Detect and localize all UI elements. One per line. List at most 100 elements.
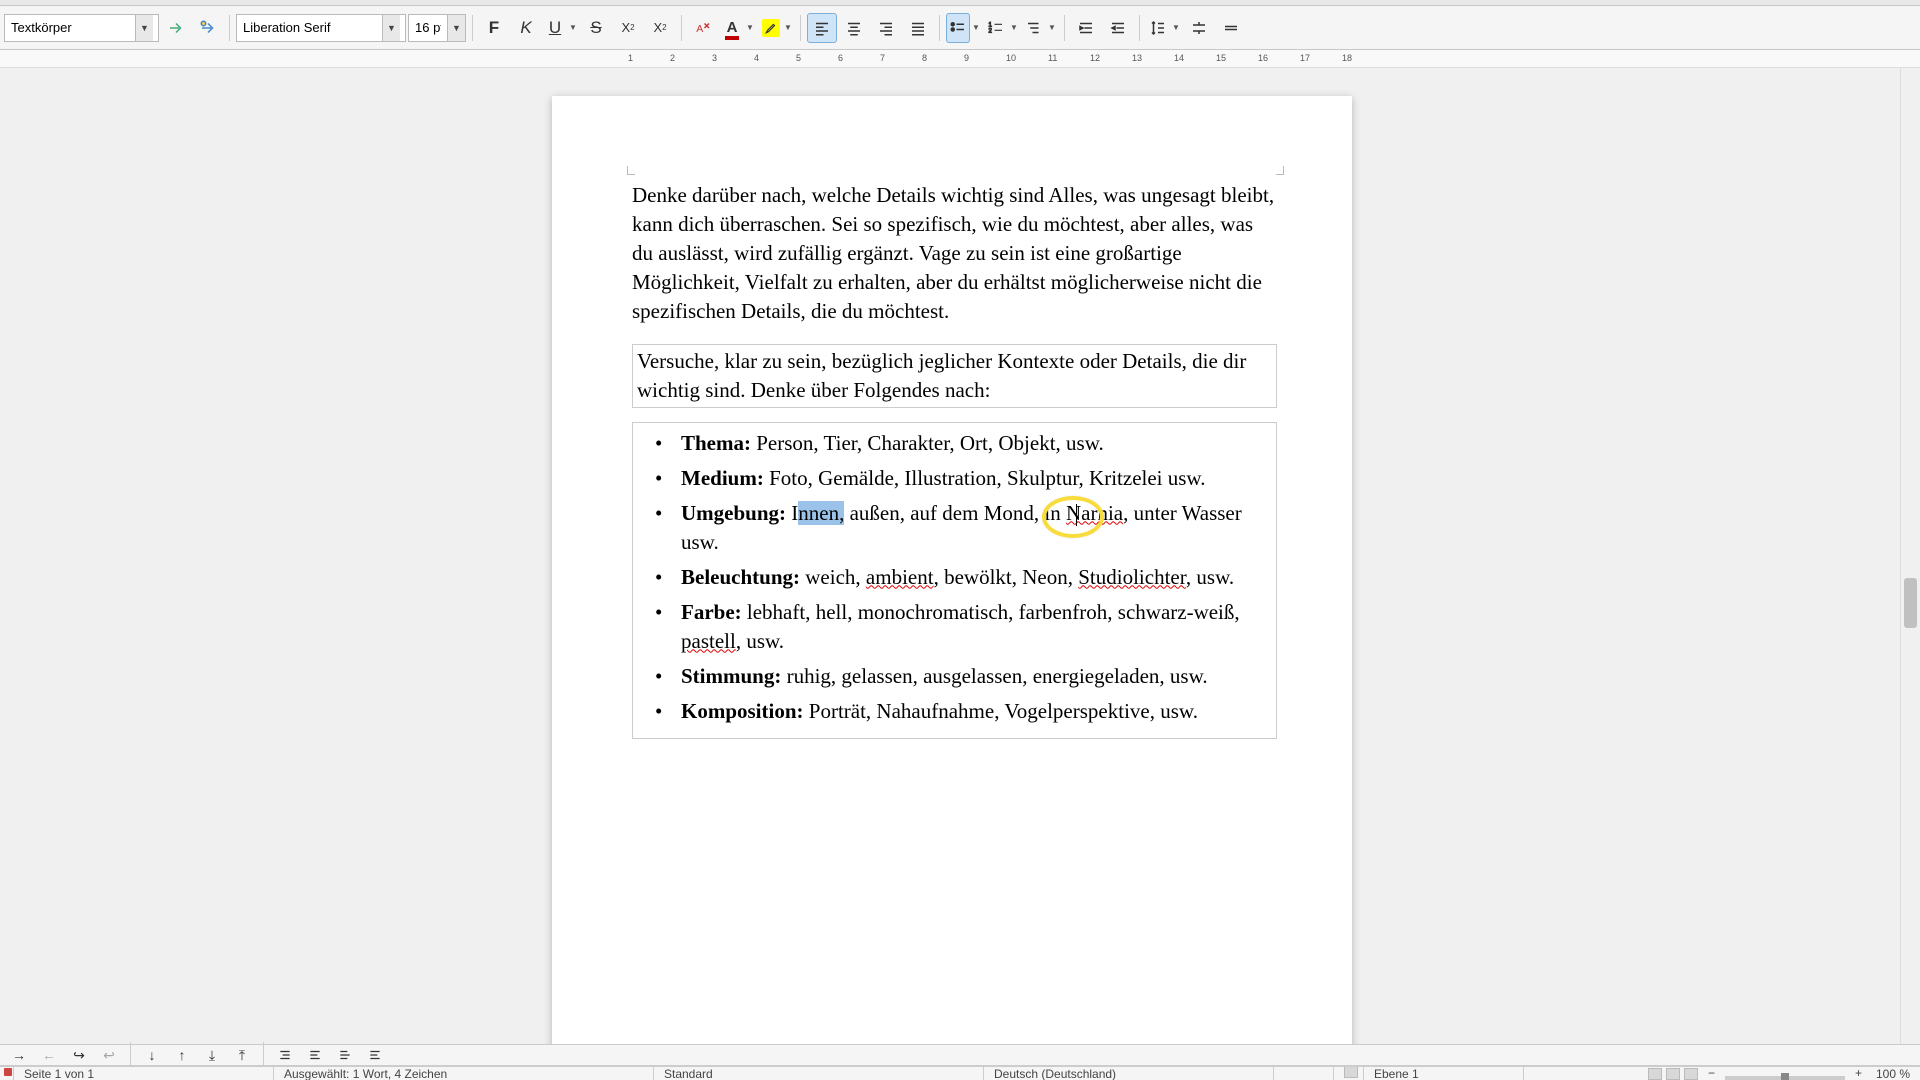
chevron-down-icon[interactable]: ▼ [744,13,756,43]
nav-redo-icon[interactable]: ↪ [66,1045,92,1065]
italic-button[interactable]: K [511,13,541,43]
align-right-button[interactable] [871,13,901,43]
vertical-scrollbar[interactable] [1900,68,1920,1044]
zoom-out-button[interactable]: − [1704,1066,1719,1080]
insert-mode-status[interactable] [1274,1066,1334,1080]
highlight-color-split[interactable]: ▼ [758,13,794,43]
underline-split[interactable]: U ▼ [543,13,579,43]
chevron-down-icon[interactable]: ▼ [1008,13,1020,43]
highlight-button[interactable] [758,13,782,43]
list-item[interactable]: Thema: Person, Tier, Charakter, Ort, Obj… [633,429,1266,458]
nav-up-icon[interactable]: ↑ [169,1045,195,1065]
bullet-label: Beleuchtung: [681,565,800,589]
font-name-input[interactable] [237,15,382,41]
clear-formatting-button[interactable]: A [688,13,718,43]
document-content[interactable]: Denke darüber nach, welche Details wicht… [632,181,1277,739]
scrollbar-thumb[interactable] [1904,578,1917,628]
strikethrough-button[interactable]: S [581,13,611,43]
chevron-down-icon[interactable]: ▼ [382,15,400,41]
horizontal-ruler[interactable]: 123456789101112131415161718 [0,50,1920,68]
chevron-down-icon[interactable]: ▼ [1046,13,1058,43]
move-up-button[interactable] [332,1045,358,1065]
paragraph-style-combo[interactable]: ▼ [4,14,159,42]
promote-button[interactable] [272,1045,298,1065]
decrease-indent-button[interactable] [1103,13,1133,43]
nav-up-start-icon[interactable]: ⤒ [229,1045,255,1065]
increase-indent-button[interactable] [1071,13,1101,43]
decrease-spacing-button[interactable] [1216,13,1246,43]
zoom-status[interactable]: 100 % [1866,1066,1920,1080]
bullet-list[interactable]: Thema: Person, Tier, Charakter, Ort, Obj… [632,422,1277,739]
new-style-button[interactable] [193,13,223,43]
subscript-button[interactable]: X2 [645,13,675,43]
nav-down-end-icon[interactable]: ⤓ [199,1045,225,1065]
ruler-number: 18 [1342,53,1352,63]
font-color-button[interactable]: A [720,13,744,43]
chevron-down-icon[interactable]: ▼ [135,15,153,41]
zoom-in-button[interactable]: + [1851,1066,1866,1080]
multi-page-icon[interactable] [1666,1068,1680,1080]
chevron-down-icon[interactable]: ▼ [567,13,579,43]
paragraph[interactable]: Versuche, klar zu sein, bezüglich jeglic… [632,344,1277,408]
document-area[interactable]: Denke darüber nach, welche Details wicht… [0,68,1900,1044]
font-color-split[interactable]: A ▼ [720,13,756,43]
nav-undo-icon[interactable]: ↩ [96,1045,122,1065]
bold-button[interactable]: F [479,13,509,43]
align-center-button[interactable] [839,13,869,43]
save-indicator-icon[interactable] [0,1066,14,1080]
zoom-slider[interactable] [1725,1076,1845,1080]
list-item[interactable]: Medium: Foto, Gemälde, Illustration, Sku… [633,464,1266,493]
list-item[interactable]: Beleuchtung: weich, ambient, bewölkt, Ne… [633,563,1266,592]
number-list-split[interactable]: 12 ▼ [984,13,1020,43]
line-spacing-split[interactable]: ▼ [1146,13,1182,43]
single-page-icon[interactable] [1648,1068,1662,1080]
bullet-label: Farbe: [681,600,742,624]
page[interactable]: Denke darüber nach, welche Details wicht… [552,96,1352,1044]
underline-button[interactable]: U [543,13,567,43]
bullet-label: Medium: [681,466,764,490]
spellcheck-error[interactable]: ambient [866,565,934,589]
language-status[interactable]: Deutsch (Deutschland) [984,1066,1274,1080]
separator [1064,15,1065,41]
outline-list-split[interactable]: ▼ [1022,13,1058,43]
align-left-button[interactable] [807,13,837,43]
zoom-slider-knob[interactable] [1781,1073,1789,1080]
paragraph-style-input[interactable] [5,15,135,41]
view-buttons[interactable] [1648,1068,1704,1080]
spellcheck-error[interactable]: pastell [681,629,736,653]
nav-forward-icon[interactable]: → [6,1045,32,1065]
demote-button[interactable] [302,1045,328,1065]
list-item[interactable]: Farbe: lebhaft, hell, monochromatisch, f… [633,598,1266,656]
bullet-list-split[interactable]: ▼ [946,13,982,43]
nav-down-icon[interactable]: ↓ [139,1045,165,1065]
paragraph[interactable]: Denke darüber nach, welche Details wicht… [632,181,1277,326]
page-style-status[interactable]: Standard [654,1066,984,1080]
formatting-toolbar: ▼ ▼ ▼ F K U ▼ S X2 X2 A A ▼ ▼ [0,6,1920,50]
superscript-button[interactable]: X2 [613,13,643,43]
list-item[interactable]: Stimmung: ruhig, gelassen, ausgelassen, … [633,662,1266,691]
outline-list-button[interactable] [1022,13,1046,43]
spellcheck-error[interactable]: Narnia [1066,501,1123,525]
chevron-down-icon[interactable]: ▼ [970,13,982,43]
book-view-icon[interactable] [1684,1068,1698,1080]
chevron-down-icon[interactable]: ▼ [1170,13,1182,43]
font-size-combo[interactable]: ▼ [408,14,466,42]
chevron-down-icon[interactable]: ▼ [782,13,794,43]
list-item[interactable]: Umgebung: Innen, außen, auf dem Mond, in… [633,499,1266,557]
increase-spacing-button[interactable] [1184,13,1214,43]
font-size-input[interactable] [409,15,447,41]
page-status[interactable]: Seite 1 von 1 [14,1066,274,1080]
move-down-button[interactable] [362,1045,388,1065]
align-justify-button[interactable] [903,13,933,43]
font-name-combo[interactable]: ▼ [236,14,406,42]
update-style-button[interactable] [161,13,191,43]
list-item[interactable]: Komposition: Porträt, Nahaufnahme, Vogel… [633,697,1266,726]
chevron-down-icon[interactable]: ▼ [447,15,465,41]
number-list-button[interactable]: 12 [984,13,1008,43]
line-spacing-button[interactable] [1146,13,1170,43]
ruler-number: 14 [1174,53,1184,63]
bullet-list-button[interactable] [946,13,970,43]
spellcheck-error[interactable]: Studiolichter [1078,565,1186,589]
signature-status[interactable] [1334,1066,1364,1080]
nav-back-icon[interactable]: ← [36,1045,62,1065]
